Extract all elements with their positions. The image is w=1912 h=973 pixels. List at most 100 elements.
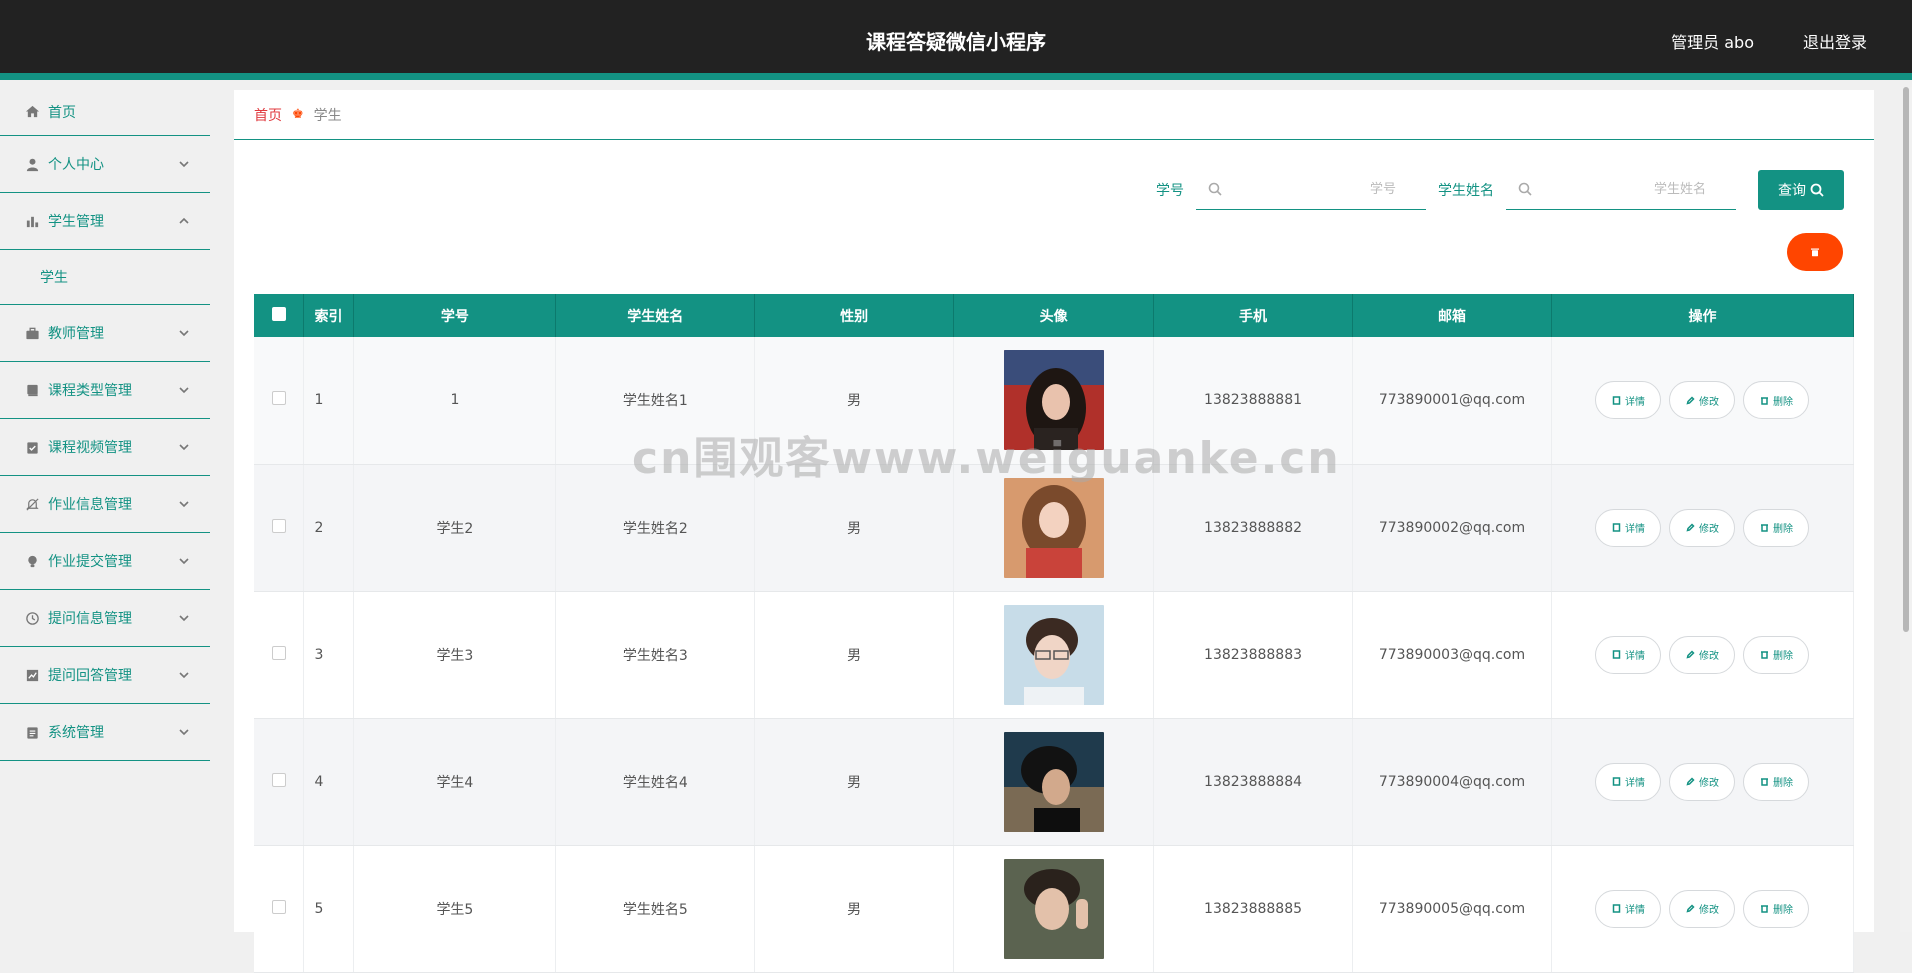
detail-button[interactable]: 详情 xyxy=(1595,762,1662,801)
cell-email: 773890003@qq.com xyxy=(1352,591,1552,719)
student-id-field xyxy=(1196,170,1426,210)
user-icon xyxy=(24,156,40,172)
edit-button[interactable]: 修改 xyxy=(1669,635,1736,674)
students-table: 索引 学号 学生姓名 性别 头像 手机 邮箱 操作 1 1 学生姓名1 男 13… xyxy=(254,294,1855,973)
cell-actions: 详情 修改 删除 xyxy=(1551,464,1855,592)
edit-label: 修改 xyxy=(1698,651,1719,662)
sidebar-item-system[interactable]: 系统管理 xyxy=(0,704,210,761)
avatar xyxy=(1003,731,1104,832)
chevron-down-icon xyxy=(178,498,190,510)
chevron-down-icon xyxy=(178,384,190,396)
delete-label: 删除 xyxy=(1772,396,1793,408)
sidebar-item-answers[interactable]: 提问回答管理 xyxy=(0,647,210,704)
sidebar-item-label: 首页 xyxy=(48,104,76,121)
cell-gender: 男 xyxy=(754,337,955,465)
document-icon xyxy=(1612,523,1621,532)
sidebar-item-label: 学生管理 xyxy=(48,214,104,230)
student-id-input[interactable] xyxy=(1196,170,1426,209)
edit-label: 修改 xyxy=(1698,396,1719,408)
scrollbar-thumb[interactable] xyxy=(1903,87,1909,632)
delete-label: 删除 xyxy=(1772,524,1793,535)
line-chart-icon xyxy=(24,667,40,683)
cell-index: 4 xyxy=(303,718,355,846)
cell-student-id: 1 xyxy=(353,337,557,465)
sidebar-item-teachers[interactable]: 教师管理 xyxy=(0,305,210,362)
sidebar-item-homework-submit[interactable]: 作业提交管理 xyxy=(0,533,210,590)
cell-index: 3 xyxy=(303,591,355,719)
cell-actions: 详情 修改 删除 xyxy=(1551,718,1855,846)
sidebar-item-label: 系统管理 xyxy=(48,725,104,741)
query-button[interactable]: 查询 xyxy=(1758,170,1844,210)
row-checkbox[interactable] xyxy=(271,518,286,533)
table-row: 4 学生4 学生姓名4 男 13823888884 773890004@qq.c… xyxy=(254,718,1855,846)
detail-button[interactable]: 详情 xyxy=(1595,889,1662,928)
row-select-cell xyxy=(254,718,305,846)
cell-student-id: 学生3 xyxy=(353,591,557,719)
chevron-down-icon xyxy=(178,441,190,453)
book-icon xyxy=(24,382,40,398)
pencil-icon xyxy=(1686,904,1695,913)
edit-button[interactable]: 修改 xyxy=(1669,762,1736,801)
table-header-row: 索引 学号 学生姓名 性别 头像 手机 邮箱 操作 xyxy=(254,294,1855,337)
sidebar-item-label: 课程视频管理 xyxy=(48,440,132,456)
select-all-cell xyxy=(254,294,305,337)
breadcrumb-home[interactable]: 首页 xyxy=(254,105,282,125)
student-name-input[interactable] xyxy=(1506,170,1736,209)
avatar xyxy=(1003,477,1104,578)
row-checkbox[interactable] xyxy=(271,772,286,787)
sidebar-item-label: 提问回答管理 xyxy=(48,668,132,684)
chevron-up-icon xyxy=(178,215,190,227)
cell-gender: 男 xyxy=(754,845,955,973)
sidebar-subitem-student[interactable]: 学生 xyxy=(0,250,210,305)
sidebar-item-label: 作业信息管理 xyxy=(48,497,132,513)
delete-button[interactable]: 删除 xyxy=(1743,381,1810,420)
avatar xyxy=(1003,604,1104,705)
row-checkbox[interactable] xyxy=(271,899,286,914)
cell-actions: 详情 修改 删除 xyxy=(1551,337,1855,465)
header-avatar: 头像 xyxy=(953,294,1155,337)
sidebar-item-label: 课程类型管理 xyxy=(48,383,132,399)
delete-label: 删除 xyxy=(1772,778,1793,789)
delete-button[interactable]: 删除 xyxy=(1743,635,1810,674)
edit-button[interactable]: 修改 xyxy=(1669,889,1736,928)
edit-button[interactable]: 修改 xyxy=(1669,381,1736,420)
chevron-down-icon xyxy=(178,612,190,624)
logout-link[interactable]: 退出登录 xyxy=(1803,29,1867,53)
detail-button[interactable]: 详情 xyxy=(1595,635,1662,674)
trash-icon xyxy=(1760,651,1768,659)
cell-index: 2 xyxy=(303,464,355,592)
cell-phone: 13823888884 xyxy=(1153,718,1353,846)
sidebar-item-students[interactable]: 学生管理 xyxy=(0,193,210,250)
select-all-checkbox[interactable] xyxy=(271,306,286,321)
briefcase-icon xyxy=(24,325,40,341)
detail-label: 详情 xyxy=(1624,778,1645,789)
sidebar-item-course-types[interactable]: 课程类型管理 xyxy=(0,362,210,419)
sidebar-item-home[interactable]: 首页 xyxy=(0,88,210,136)
edit-button[interactable]: 修改 xyxy=(1669,508,1736,547)
batch-delete-button[interactable] xyxy=(1787,233,1843,271)
breadcrumb-current: 学生 xyxy=(313,107,342,124)
delete-button[interactable]: 删除 xyxy=(1743,508,1810,547)
cell-actions: 详情 修改 删除 xyxy=(1551,845,1855,973)
row-checkbox[interactable] xyxy=(271,645,286,660)
delete-button[interactable]: 删除 xyxy=(1743,762,1810,801)
table-row: 1 1 学生姓名1 男 13823888881 773890001@qq.com… xyxy=(254,337,1855,465)
detail-label: 详情 xyxy=(1624,524,1645,535)
sidebar-item-questions[interactable]: 提问信息管理 xyxy=(0,590,210,647)
document-icon xyxy=(1612,396,1621,405)
detail-button[interactable]: 详情 xyxy=(1595,508,1662,547)
delete-button[interactable]: 删除 xyxy=(1743,889,1810,928)
row-checkbox[interactable] xyxy=(271,391,286,406)
detail-button[interactable]: 详情 xyxy=(1595,381,1662,420)
header-student-name: 学生姓名 xyxy=(555,294,756,337)
sidebar-item-homework[interactable]: 作业信息管理 xyxy=(0,476,210,533)
page-scrollbar[interactable] xyxy=(1900,87,1912,932)
cell-phone: 13823888883 xyxy=(1153,591,1353,719)
cell-phone: 13823888881 xyxy=(1153,337,1353,465)
table-row: 2 学生2 学生姓名2 男 13823888882 773890002@qq.c… xyxy=(254,464,1855,592)
cell-email: 773890005@qq.com xyxy=(1352,845,1552,973)
sidebar-item-course-videos[interactable]: 课程视频管理 xyxy=(0,419,210,476)
header-actions: 操作 xyxy=(1551,294,1855,337)
cell-avatar xyxy=(953,464,1155,592)
sidebar-item-profile[interactable]: 个人中心 xyxy=(0,136,210,193)
